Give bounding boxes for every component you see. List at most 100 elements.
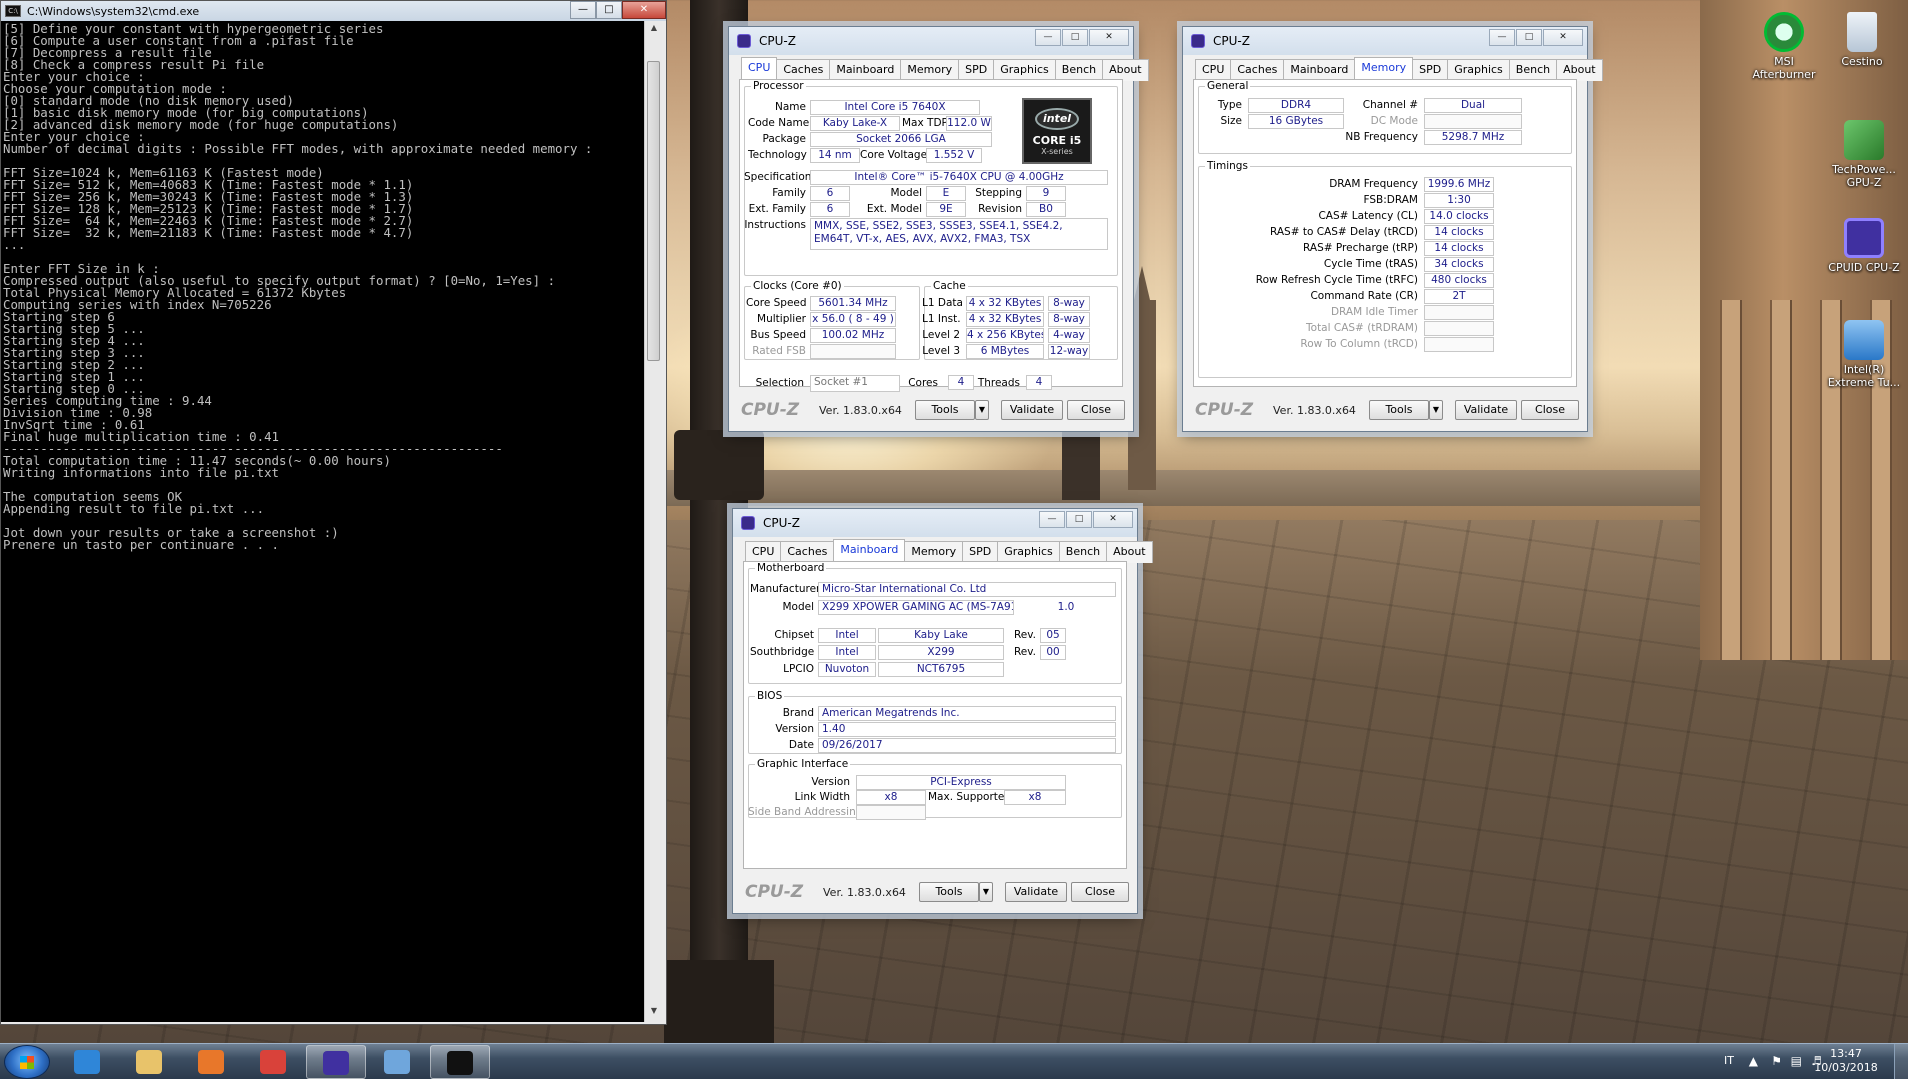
tab-graphics[interactable]: Graphics: [997, 541, 1060, 563]
field-label: Southbridge: [750, 646, 815, 658]
tools-dropdown-icon[interactable]: ▼: [975, 400, 989, 420]
start-button[interactable]: [4, 1045, 50, 1079]
taskbar-item[interactable]: [58, 1045, 118, 1079]
cpuz-window-mainboard[interactable]: CPU-Z — □ ✕ CPU Caches Mainboard Memory …: [732, 508, 1153, 914]
cpuz-titlebar[interactable]: CPU-Z — □ ✕: [1183, 27, 1587, 55]
tab-bench[interactable]: Bench: [1508, 59, 1558, 81]
field-label: Version: [811, 776, 850, 788]
tools-button[interactable]: Tools: [1369, 400, 1429, 420]
show-desktop-button[interactable]: [1894, 1044, 1908, 1079]
tab-spd[interactable]: SPD: [958, 59, 995, 81]
tab-mainboard[interactable]: Mainboard: [1283, 59, 1356, 81]
tab-bar: CPU Caches Mainboard Memory SPD Graphics…: [741, 57, 1149, 81]
close-button[interactable]: ✕: [1089, 29, 1129, 46]
field-label: Code Name: [748, 117, 810, 129]
console-line: FFT Size= 32 k, Mem=21183 K (Time: Faste…: [3, 225, 414, 240]
minimize-button[interactable]: —: [1039, 511, 1065, 528]
clock[interactable]: 13:47 10/03/2018: [1806, 1047, 1886, 1075]
timing-value: 34 clocks: [1424, 257, 1494, 272]
timing-label: RAS# Precharge (tRP): [1303, 242, 1418, 254]
tools-button[interactable]: Tools: [915, 400, 975, 420]
timing-value: [1424, 337, 1494, 352]
tab-mainboard[interactable]: Mainboard: [833, 539, 906, 561]
vertical-scrollbar[interactable]: ▲ ▼: [644, 21, 662, 1022]
close-button[interactable]: ✕: [1093, 511, 1133, 528]
scroll-down-icon[interactable]: ▼: [648, 1006, 660, 1020]
cmd-titlebar[interactable]: C:\ C:\Windows\system32\cmd.exe: [1, 1, 666, 21]
tools-dropdown-icon[interactable]: ▼: [1429, 400, 1443, 420]
validate-button[interactable]: Validate: [1001, 400, 1063, 420]
taskbar-item[interactable]: [120, 1045, 180, 1079]
tab-caches[interactable]: Caches: [1230, 59, 1285, 81]
tools-dropdown-icon[interactable]: ▼: [979, 882, 993, 902]
tab-memory[interactable]: Memory: [1354, 57, 1414, 79]
intel-core-i5-logo: intel CORE i5 X-series: [1022, 98, 1092, 164]
field-label: Side Band Addressing: [748, 806, 863, 818]
console-output[interactable]: [5] Define your constant with hypergeome…: [1, 21, 646, 1022]
desktop-icon-msi-afterburner[interactable]: MSI Afterburner: [1746, 12, 1822, 81]
scrollbar-thumb[interactable]: [647, 61, 660, 361]
desktop-icon-cpu-z[interactable]: CPUID CPU-Z: [1826, 218, 1902, 274]
tab-bench[interactable]: Bench: [1058, 541, 1108, 563]
desktop-icon-label: Cestino: [1841, 55, 1883, 68]
tab-caches[interactable]: Caches: [776, 59, 831, 81]
side-band-value: [856, 805, 926, 820]
tab-caches[interactable]: Caches: [780, 541, 835, 563]
tab-memory[interactable]: Memory: [904, 541, 964, 563]
cpuz-window-cpu[interactable]: CPU-Z — □ ✕ CPU Caches Mainboard Memory …: [728, 26, 1149, 432]
maximize-button[interactable]: □: [1516, 29, 1542, 46]
scroll-up-icon[interactable]: ▲: [648, 23, 660, 37]
tab-memory[interactable]: Memory: [900, 59, 960, 81]
tab-about[interactable]: About: [1556, 59, 1603, 81]
minimize-button[interactable]: —: [570, 1, 596, 19]
maximize-button[interactable]: □: [596, 1, 622, 19]
show-hidden-icons-icon[interactable]: ▲: [1749, 1054, 1758, 1068]
tab-spd[interactable]: SPD: [1412, 59, 1449, 81]
close-button[interactable]: Close: [1067, 400, 1125, 420]
minimize-button[interactable]: —: [1489, 29, 1515, 46]
network-icon[interactable]: ▤: [1791, 1054, 1802, 1068]
close-button[interactable]: Close: [1071, 882, 1129, 902]
cpuz-titlebar[interactable]: CPU-Z — □ ✕: [729, 27, 1133, 55]
taskbar-item[interactable]: [306, 1045, 366, 1079]
tab-cpu[interactable]: CPU: [745, 541, 782, 563]
group-title: General: [1207, 80, 1249, 92]
tab-bench[interactable]: Bench: [1054, 59, 1104, 81]
level3-value: 6 MBytes: [966, 344, 1044, 359]
taskbar-item[interactable]: [430, 1045, 490, 1079]
validate-button[interactable]: Validate: [1455, 400, 1517, 420]
tools-button[interactable]: Tools: [919, 882, 979, 902]
tab-about[interactable]: About: [1102, 59, 1149, 81]
validate-button[interactable]: Validate: [1005, 882, 1067, 902]
language-indicator[interactable]: IT: [1724, 1054, 1734, 1067]
tab-graphics[interactable]: Graphics: [993, 59, 1056, 81]
desktop-icon-recycle-bin[interactable]: Cestino: [1824, 12, 1900, 68]
ext-family-value: 6: [810, 202, 850, 217]
close-button[interactable]: ✕: [1543, 29, 1583, 46]
taskbar-item[interactable]: [244, 1045, 304, 1079]
action-center-flag-icon[interactable]: ⚑: [1771, 1054, 1782, 1068]
cpuz-window-memory[interactable]: CPU-Z — □ ✕ CPU Caches Mainboard Memory …: [1182, 26, 1603, 432]
tab-graphics[interactable]: Graphics: [1447, 59, 1510, 81]
close-button[interactable]: ✕: [622, 1, 666, 19]
cpu-name-value: Intel Core i5 7640X: [810, 100, 980, 115]
lpcio-value: NCT6795: [878, 662, 1004, 677]
close-button[interactable]: Close: [1521, 400, 1579, 420]
maximize-button[interactable]: □: [1066, 511, 1092, 528]
desktop-icon-intel-xtu[interactable]: Intel(R) Extreme Tu...: [1826, 320, 1902, 389]
tab-cpu[interactable]: CPU: [1195, 59, 1232, 81]
intel-badge-brand: intel: [1035, 108, 1079, 130]
tab-cpu[interactable]: CPU: [741, 57, 778, 79]
tab-about[interactable]: About: [1106, 541, 1153, 563]
codename-value: Kaby Lake-X: [810, 116, 900, 131]
maximize-button[interactable]: □: [1062, 29, 1088, 46]
taskbar-item[interactable]: [182, 1045, 242, 1079]
taskbar-item[interactable]: [368, 1045, 428, 1079]
minimize-button[interactable]: —: [1035, 29, 1061, 46]
desktop-icon-gpu-z[interactable]: TechPowe... GPU-Z: [1826, 120, 1902, 189]
timing-label: Total CAS# (tRDRAM): [1306, 322, 1418, 334]
cmd-window[interactable]: C:\ C:\Windows\system32\cmd.exe — □ ✕ [5…: [0, 0, 667, 1025]
cpuz-titlebar[interactable]: CPU-Z — □ ✕: [733, 509, 1137, 537]
tab-mainboard[interactable]: Mainboard: [829, 59, 902, 81]
tab-spd[interactable]: SPD: [962, 541, 999, 563]
